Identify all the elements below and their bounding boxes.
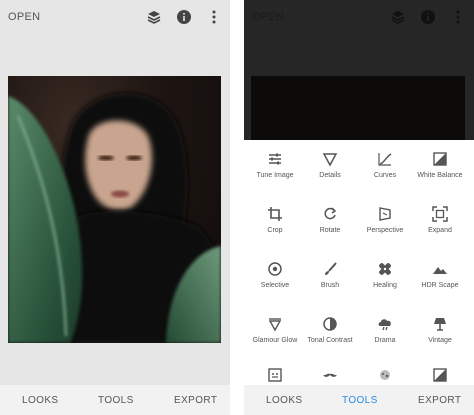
tools-sheet: Tune Image Details Curves White Balance: [244, 140, 474, 385]
tool-glamour-glow[interactable]: Glamour Glow: [247, 311, 303, 363]
tool-row5-4[interactable]: [412, 362, 468, 386]
editor-screen-right: OPEN Tune Image Details Curves White Bal…: [244, 0, 474, 415]
tool-white-balance[interactable]: White Balance: [412, 146, 468, 198]
tool-label: Rotate: [319, 227, 341, 234]
selective-icon: [268, 262, 282, 276]
curves-icon: [378, 153, 392, 166]
tool-curves[interactable]: Curves: [357, 146, 413, 198]
tool-label: Vintage: [428, 337, 452, 344]
tool-rotate[interactable]: Rotate: [302, 201, 358, 253]
hdr-scape-icon: [433, 267, 447, 274]
dimmed-photo: [251, 76, 465, 150]
rotate-icon: [324, 207, 337, 220]
tool-label: Tonal Contrast: [307, 337, 353, 344]
mustache-icon: [323, 373, 337, 377]
tab-looks[interactable]: LOOKS: [22, 395, 58, 406]
tool-drama[interactable]: Drama: [357, 311, 413, 363]
tool-vintage[interactable]: Vintage: [412, 311, 468, 363]
tool-label: Glamour Glow: [252, 337, 298, 344]
tab-export[interactable]: EXPORT: [174, 395, 217, 406]
glamour-glow-icon: [268, 318, 282, 332]
info-icon[interactable]: [420, 9, 436, 25]
tonal-contrast-icon: [323, 317, 337, 331]
tool-row5-1[interactable]: [247, 362, 303, 386]
tool-tonal-contrast[interactable]: Tonal Contrast: [302, 311, 358, 363]
crop-icon: [268, 207, 282, 221]
tab-tools[interactable]: TOOLS: [98, 395, 134, 406]
tool-label: Details: [319, 172, 341, 179]
drama-icon: [378, 319, 391, 331]
tool-label: Brush: [320, 282, 340, 289]
tool-row5-3[interactable]: [357, 362, 413, 386]
tool-healing[interactable]: Healing: [357, 256, 413, 308]
tool-brush[interactable]: Brush: [302, 256, 358, 308]
tool-label: White Balance: [417, 172, 463, 179]
layers-icon[interactable]: [146, 9, 162, 25]
vintage-icon: [434, 318, 446, 331]
expand-icon: [432, 206, 448, 222]
white-balance-icon: [433, 152, 447, 166]
more-vert-icon[interactable]: [450, 9, 466, 25]
brush-icon: [325, 262, 337, 275]
tool-label: Curves: [373, 172, 397, 179]
tool-perspective[interactable]: Perspective: [357, 201, 413, 253]
tab-tools[interactable]: TOOLS: [342, 395, 378, 406]
tool-tune-image[interactable]: Tune Image: [247, 146, 303, 198]
frame-face-icon: [268, 368, 282, 382]
tool-label: Expand: [428, 227, 452, 234]
photo-image: [8, 93, 221, 343]
photo-canvas[interactable]: [8, 76, 221, 343]
tool-label: Drama: [374, 337, 396, 344]
open-button[interactable]: OPEN: [252, 11, 284, 23]
healing-icon: [379, 263, 391, 275]
tool-label: HDR Scape: [421, 282, 459, 289]
top-bar: OPEN: [0, 0, 230, 34]
tool-label: Healing: [373, 282, 397, 289]
grunge-icon: [380, 370, 390, 380]
perspective-icon: [379, 207, 391, 221]
tool-label: Crop: [267, 227, 283, 234]
tool-label: Perspective: [366, 227, 404, 234]
info-icon[interactable]: [176, 9, 192, 25]
bottom-nav: LOOKS TOOLS EXPORT: [244, 385, 474, 415]
more-vert-icon[interactable]: [206, 9, 222, 25]
tool-label: Selective: [260, 282, 290, 289]
tab-export[interactable]: EXPORT: [418, 395, 461, 406]
tool-row5-2[interactable]: [302, 362, 358, 386]
black-white-icon: [433, 368, 447, 382]
top-bar: OPEN: [244, 0, 474, 34]
tool-label: Tune Image: [256, 172, 294, 179]
tune-image-icon: [269, 153, 281, 165]
editor-screen-left: OPEN LOOKS TOOLS EXPORT: [0, 0, 230, 415]
tool-details[interactable]: Details: [302, 146, 358, 198]
details-icon: [322, 153, 338, 167]
tool-expand[interactable]: Expand: [412, 201, 468, 253]
layers-icon[interactable]: [390, 9, 406, 25]
tab-looks[interactable]: LOOKS: [266, 395, 302, 406]
tool-crop[interactable]: Crop: [247, 201, 303, 253]
tool-selective[interactable]: Selective: [247, 256, 303, 308]
bottom-nav: LOOKS TOOLS EXPORT: [0, 385, 230, 415]
tool-hdr-scape[interactable]: HDR Scape: [412, 256, 468, 308]
open-button[interactable]: OPEN: [8, 11, 40, 23]
